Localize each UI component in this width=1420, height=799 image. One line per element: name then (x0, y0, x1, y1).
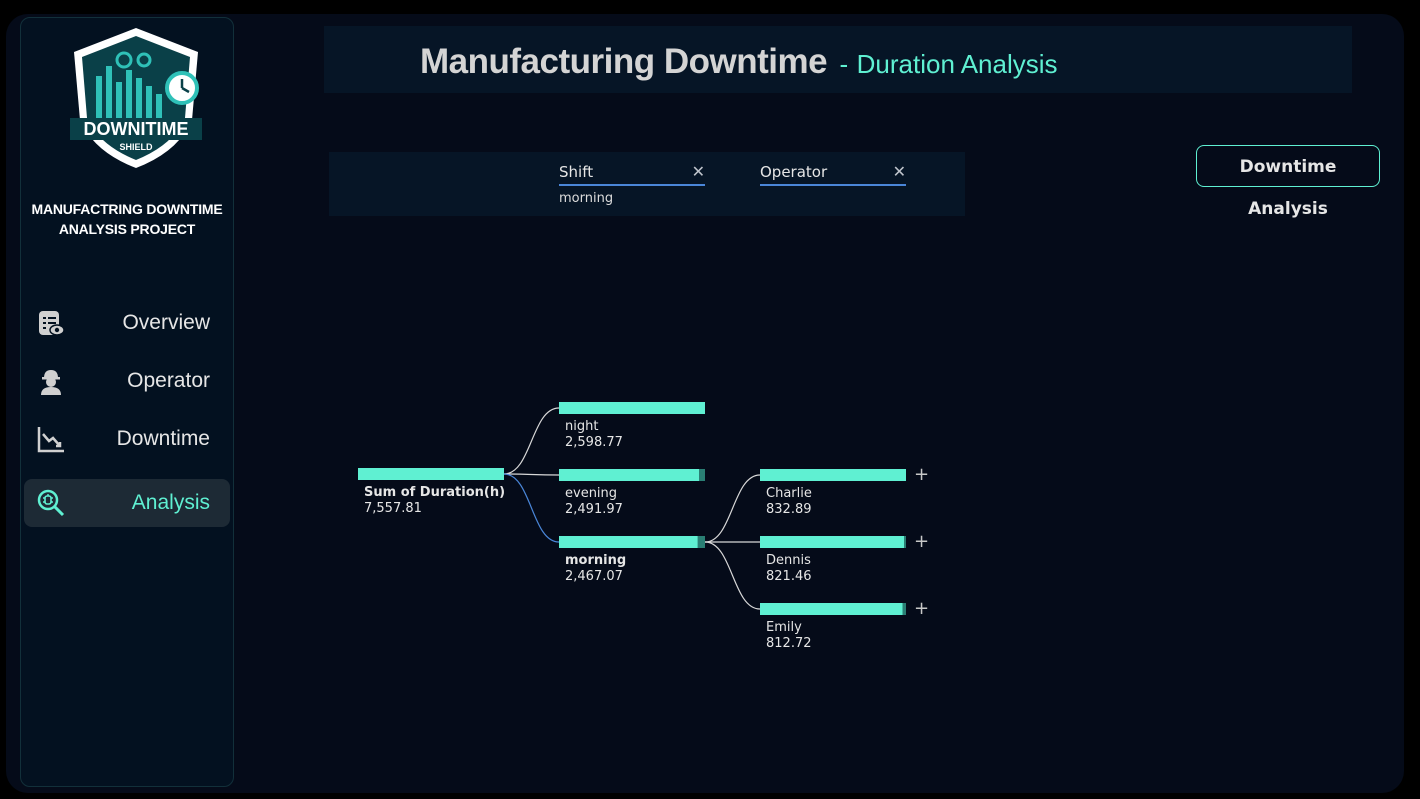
shift-node-morning-bar[interactable] (559, 536, 698, 548)
operator-node-dennis-bar[interactable] (760, 536, 904, 548)
shift-node-night-value: 2,598.77 (565, 435, 623, 450)
shift-node-night-label: night (565, 419, 598, 434)
connector-line (503, 473, 560, 476)
connector-line (503, 407, 560, 475)
operator-node-charlie-value: 832.89 (766, 502, 812, 517)
decomposition-tree: Sum of Duration(h)7,557.81 night2,598.77 e… (358, 402, 929, 651)
root-node-bar[interactable] (358, 468, 504, 480)
expand-icon[interactable]: + (914, 598, 929, 619)
connector-line (704, 474, 761, 543)
operator-node-charlie-label: Charlie (766, 486, 812, 501)
operator-node-charlie-bar[interactable] (760, 469, 906, 481)
operator-node-dennis-value: 821.46 (766, 569, 812, 584)
connector-line (704, 541, 761, 610)
operator-node-dennis-label: Dennis (766, 553, 811, 568)
root-node-value: 7,557.81 (364, 501, 422, 516)
operator-node-emily-value: 812.72 (766, 636, 812, 651)
shift-node-evening-label: evening (565, 486, 617, 501)
expand-icon[interactable]: + (914, 464, 929, 485)
app-frame: DOWNITIME SHIELD MANUFACTRING DOWNTIME A… (6, 14, 1404, 793)
shift-node-morning-label: morning (565, 553, 626, 568)
operator-node-emily-bar[interactable] (760, 603, 903, 615)
shift-node-morning-value: 2,467.07 (565, 569, 623, 584)
shift-node-evening-bar[interactable] (559, 469, 699, 481)
shift-node-evening-value: 2,491.97 (565, 502, 623, 517)
root-node-label: Sum of Duration(h) (364, 485, 505, 500)
connector-line (503, 473, 560, 543)
expand-icon[interactable]: + (914, 531, 929, 552)
operator-node-emily-label: Emily (766, 620, 802, 635)
shift-node-night-bar[interactable] (559, 402, 705, 414)
